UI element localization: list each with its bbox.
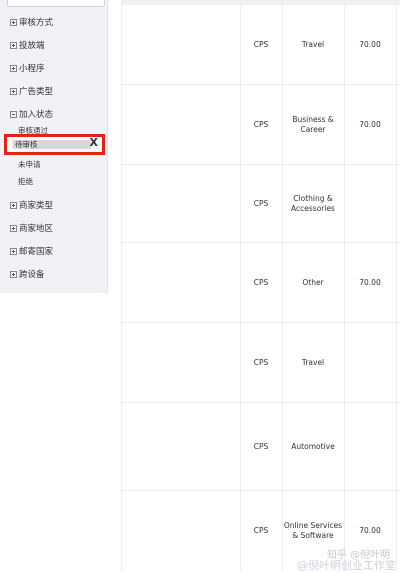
filter-group-label: 跨设备 [19,270,45,280]
filter-group-shipping-country[interactable]: 邮寄国家 [10,245,53,257]
filter-group-label: 小程序 [19,64,45,74]
filter-group-label: 加入状态 [19,110,54,120]
amount-cell [344,165,396,242]
filter-group-label: 商家类型 [19,201,54,211]
join-status-option-rejected[interactable]: 拒绝 [18,176,33,187]
filter-group-merchant-type[interactable]: 商家类型 [10,199,53,211]
table-row[interactable]: CPS Other 70.00 [121,243,400,323]
offers-table: CPS Travel 70.00 CPS Business & Career 7… [121,0,400,571]
amount-cell: 70.00 [359,39,381,49]
amount-cell: 70.00 [359,119,381,129]
expand-icon[interactable] [10,247,17,255]
filter-group-label: 广告类型 [19,87,54,97]
filter-group-ad-type[interactable]: 广告类型 [10,85,53,97]
table-row[interactable]: CPS Travel 70.00 [121,5,400,85]
filter-group-cross-device[interactable]: 跨设备 [10,268,45,280]
join-status-selected-option[interactable]: 待审核 X [4,134,105,155]
expand-icon[interactable] [10,18,17,26]
table-row[interactable]: CPS Business & Career 70.00 [121,85,400,165]
join-status-option-not-applied[interactable]: 未申请 [18,159,41,170]
expand-icon[interactable] [10,64,17,72]
category-cell: Automotive [291,441,335,451]
expand-icon[interactable] [10,87,17,95]
filter-group-join-status[interactable]: 加入状态 [10,108,53,120]
sidebar-search-input[interactable] [7,0,105,7]
category-cell: Business & Career [292,114,334,134]
amount-cell [344,403,396,490]
clear-selection-close-icon[interactable]: X [90,136,98,149]
amount-cell [344,323,396,402]
filter-group-mini-program[interactable]: 小程序 [10,62,45,74]
commission-type-cell: CPS [253,441,269,451]
table-row[interactable]: CPS Travel [121,323,400,403]
filter-sidebar: 审核方式 投放端 小程序 广告类型 加入状态 审核通过 待审核 X 未申请 拒绝… [0,0,108,293]
collapse-icon[interactable] [10,110,17,118]
commission-type-cell: CPS [253,526,269,536]
category-cell: Other [302,277,324,287]
expand-icon[interactable] [10,270,17,278]
filter-group-placement[interactable]: 投放端 [10,39,45,51]
commission-type-cell: CPS [253,119,269,129]
expand-icon[interactable] [10,224,17,232]
commission-type-cell: CPS [253,198,269,208]
commission-type-cell: CPS [253,39,269,49]
filter-group-label: 商家地区 [19,224,54,234]
category-cell: Travel [301,39,325,49]
amount-cell: 70.00 [359,277,381,287]
join-status-option-pending[interactable]: 待审核 [15,139,38,150]
filter-group-merchant-region[interactable]: 商家地区 [10,222,53,234]
table-row[interactable]: CPS Clothing & Accessories [121,165,400,243]
filter-group-label: 投放端 [19,41,45,51]
filter-group-review-method[interactable]: 审核方式 [10,16,53,28]
expand-icon[interactable] [10,201,17,209]
filter-group-label: 审核方式 [19,18,54,28]
commission-type-cell: CPS [253,277,269,287]
category-cell: Travel [301,357,325,367]
expand-icon[interactable] [10,41,17,49]
commission-type-cell: CPS [253,357,269,367]
table-row[interactable]: CPS Automotive [121,403,400,491]
category-cell: Clothing & Accessories [291,193,335,213]
filter-group-label: 邮寄国家 [19,247,54,257]
